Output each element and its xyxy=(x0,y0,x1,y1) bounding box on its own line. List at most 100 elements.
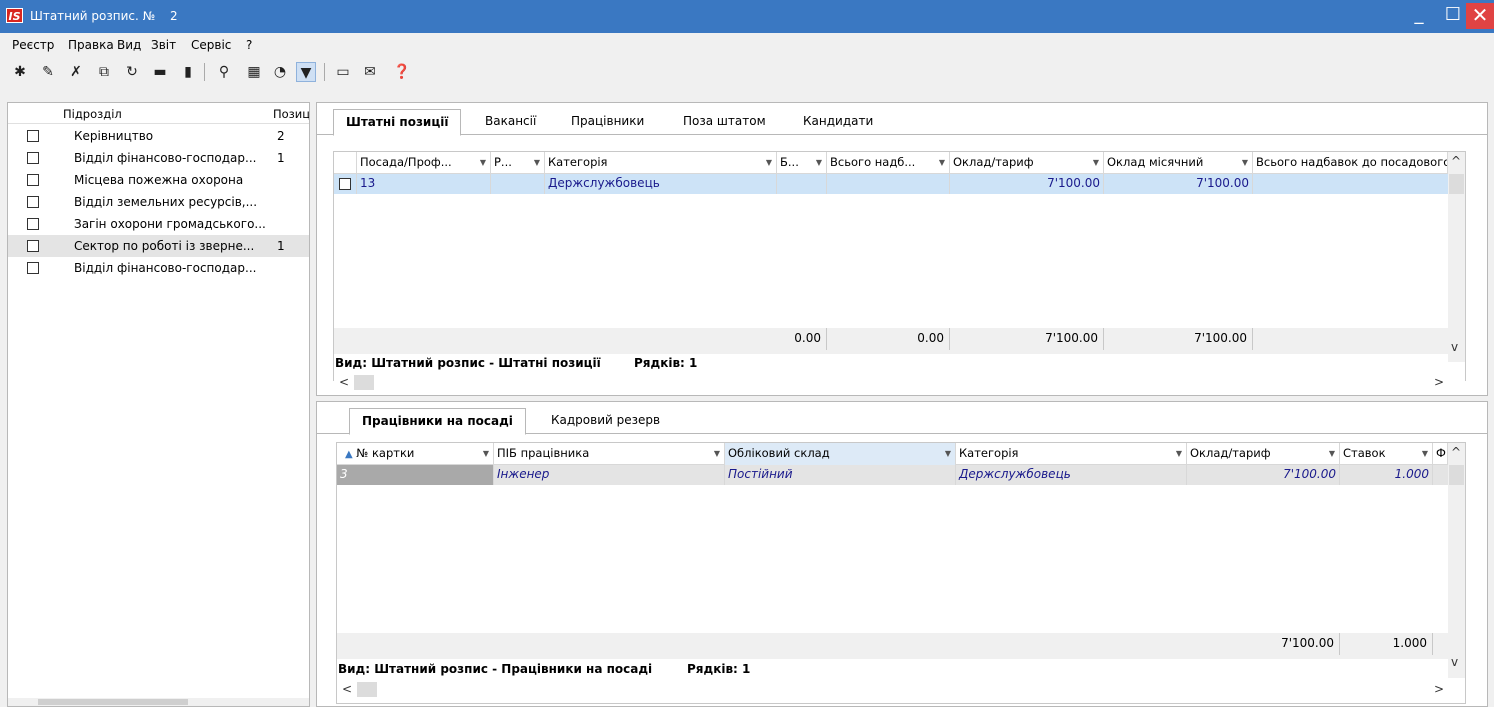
column-header-total-allowance[interactable]: Всього надб... ▼ xyxy=(827,152,950,174)
scroll-left-icon[interactable]: < xyxy=(342,682,352,696)
print-icon[interactable]: ▬ xyxy=(150,62,170,82)
tab-employees[interactable]: Працівники xyxy=(559,109,656,135)
filter-dropdown-icon[interactable]: ▼ xyxy=(1422,443,1428,464)
scrollbar-thumb[interactable] xyxy=(1449,174,1464,194)
filter-dropdown-icon[interactable]: ▼ xyxy=(1329,443,1335,464)
column-header-rate[interactable]: Оклад/тариф ▼ xyxy=(1187,443,1340,465)
menu-help[interactable]: ? xyxy=(246,38,252,52)
scrollbar-thumb[interactable] xyxy=(357,682,377,697)
column-header-category[interactable]: Категорія ▼ xyxy=(956,443,1187,465)
menu-edit[interactable]: Правка xyxy=(68,38,114,52)
cell-category: Держслужбовець xyxy=(545,174,777,194)
column-header-positions[interactable]: Позиц xyxy=(273,107,309,121)
row-checkbox[interactable] xyxy=(27,152,39,164)
copy-icon[interactable]: ⧉ xyxy=(94,62,114,82)
filter-dropdown-icon[interactable]: ▼ xyxy=(1176,443,1182,464)
row-checkbox[interactable] xyxy=(27,174,39,186)
scroll-down-icon[interactable]: v xyxy=(1451,340,1458,354)
help-icon[interactable]: ❓ xyxy=(392,62,412,82)
column-header-total-allowance-position[interactable]: Всього надбавок до посадового xyxy=(1253,152,1448,174)
scroll-left-icon[interactable]: < xyxy=(339,375,349,389)
row-checkbox[interactable] xyxy=(27,218,39,230)
tab-staff-positions[interactable]: Штатні позиції xyxy=(333,109,462,136)
form-icon[interactable]: ▭ xyxy=(333,62,353,82)
scrollbar-thumb[interactable] xyxy=(354,375,374,390)
filter-dropdown-icon[interactable]: ▼ xyxy=(534,152,540,173)
row-checkbox[interactable] xyxy=(27,240,39,252)
column-header-position[interactable]: Посада/Проф... ▼ xyxy=(357,152,491,174)
horizontal-scrollbar[interactable]: < > xyxy=(337,681,1465,698)
filter-dropdown-icon[interactable]: ▼ xyxy=(1242,152,1248,173)
row-checkbox[interactable] xyxy=(27,262,39,274)
vertical-scrollbar[interactable]: ^ v xyxy=(1448,152,1465,362)
filter-dropdown-icon[interactable]: ▼ xyxy=(766,152,772,173)
column-header-category[interactable]: Категорія ▼ xyxy=(545,152,777,174)
positions-count: 2 xyxy=(277,129,285,143)
table-row[interactable]: 13 Держслужбовець 7'100.00 7'100.00 xyxy=(334,174,1448,194)
horizontal-scrollbar[interactable]: < > xyxy=(334,374,1465,391)
scroll-up-icon[interactable]: ^ xyxy=(1451,154,1461,168)
filter-dropdown-icon[interactable]: ▼ xyxy=(480,152,486,173)
minimize-button[interactable]: _ xyxy=(1402,3,1436,29)
department-row[interactable]: Відділ фінансово-господар... xyxy=(8,257,309,279)
tab-employees-on-position[interactable]: Працівники на посаді xyxy=(349,408,526,435)
column-header-label: № картки xyxy=(356,446,415,460)
tab-out-of-staff[interactable]: Поза штатом xyxy=(671,109,778,135)
refresh-icon[interactable]: ↻ xyxy=(122,62,142,82)
column-header-department[interactable]: Підрозділ xyxy=(63,107,122,121)
menu-report[interactable]: Звіт xyxy=(151,38,176,52)
row-checkbox[interactable] xyxy=(27,196,39,208)
department-row[interactable]: Загін охорони громадського... xyxy=(8,213,309,235)
scroll-right-icon[interactable]: > xyxy=(1434,682,1444,696)
maximize-button[interactable]: ☐ xyxy=(1436,3,1470,29)
scroll-up-icon[interactable]: ^ xyxy=(1451,445,1461,459)
edit-doc-icon[interactable]: ✎ xyxy=(38,62,58,82)
column-header-f[interactable]: Ф xyxy=(1433,443,1448,465)
row-checkbox[interactable] xyxy=(339,178,351,190)
scroll-down-icon[interactable]: v xyxy=(1451,655,1458,669)
vertical-scrollbar[interactable]: ^ v xyxy=(1448,443,1465,678)
new-doc-icon[interactable]: ✱ xyxy=(10,62,30,82)
menu-service[interactable]: Сервіс xyxy=(191,38,231,52)
scroll-right-icon[interactable]: > xyxy=(1434,375,1444,389)
column-header-rate[interactable]: Оклад/тариф ▼ xyxy=(950,152,1104,174)
filter-dropdown-icon[interactable]: ▼ xyxy=(714,443,720,464)
filter-dropdown-icon[interactable]: ▼ xyxy=(1093,152,1099,173)
delete-doc-icon[interactable]: ✗ xyxy=(66,62,86,82)
menu-registry[interactable]: Реєстр xyxy=(12,38,54,52)
column-header-monthly-salary[interactable]: Оклад місячний ▼ xyxy=(1104,152,1253,174)
column-header-card-number[interactable]: ▲ № картки ▼ xyxy=(337,443,494,465)
column-header-stakes[interactable]: Ставок ▼ xyxy=(1340,443,1433,465)
row-checkbox[interactable] xyxy=(27,130,39,142)
column-header-b[interactable]: Б... ▼ xyxy=(777,152,827,174)
department-row[interactable]: Відділ фінансово-господар... 1 xyxy=(8,147,309,169)
scrollbar-thumb[interactable] xyxy=(38,699,188,705)
column-header-staff-type[interactable]: Обліковий склад ▼ xyxy=(725,443,956,465)
department-row[interactable]: Керівництво 2 xyxy=(8,125,309,147)
close-button[interactable]: ✕ xyxy=(1466,3,1494,29)
horizontal-scrollbar[interactable] xyxy=(8,698,309,706)
column-header-r[interactable]: Р... ▼ xyxy=(491,152,545,174)
department-row[interactable]: Місцева пожежна охорона xyxy=(8,169,309,191)
table-row[interactable]: 3 Інженер Постійний Держслужбовець 7'100.00 1… xyxy=(337,465,1448,485)
mail-icon[interactable]: ✉ xyxy=(360,62,380,82)
search-icon[interactable]: ⚲ xyxy=(214,62,234,82)
tab-personnel-reserve[interactable]: Кадровий резерв xyxy=(539,408,672,434)
filter-dropdown-icon[interactable]: ▼ xyxy=(816,152,822,173)
table-icon[interactable]: ▦ xyxy=(244,62,264,82)
filter-dropdown-icon[interactable]: ▼ xyxy=(483,443,489,464)
department-row[interactable]: Відділ земельних ресурсів,... xyxy=(8,191,309,213)
print-preview-icon[interactable]: ▮ xyxy=(178,62,198,82)
scrollbar-thumb[interactable] xyxy=(1449,465,1464,485)
cell-b xyxy=(777,174,827,194)
department-row[interactable]: Сектор по роботі із зверне... 1 xyxy=(8,235,309,257)
filter-dropdown-icon[interactable]: ▼ xyxy=(939,152,945,173)
column-header-employee-name[interactable]: ПІБ працівника ▼ xyxy=(494,443,725,465)
tab-candidates[interactable]: Кандидати xyxy=(791,109,885,135)
menu-view[interactable]: Вид xyxy=(117,38,141,52)
schedule-icon[interactable]: ◔ xyxy=(270,62,290,82)
filter-icon[interactable]: ▼ xyxy=(296,62,316,82)
tab-vacancies[interactable]: Вакансії xyxy=(473,109,548,135)
row-select-cell[interactable] xyxy=(334,174,357,194)
filter-dropdown-icon[interactable]: ▼ xyxy=(945,443,951,464)
